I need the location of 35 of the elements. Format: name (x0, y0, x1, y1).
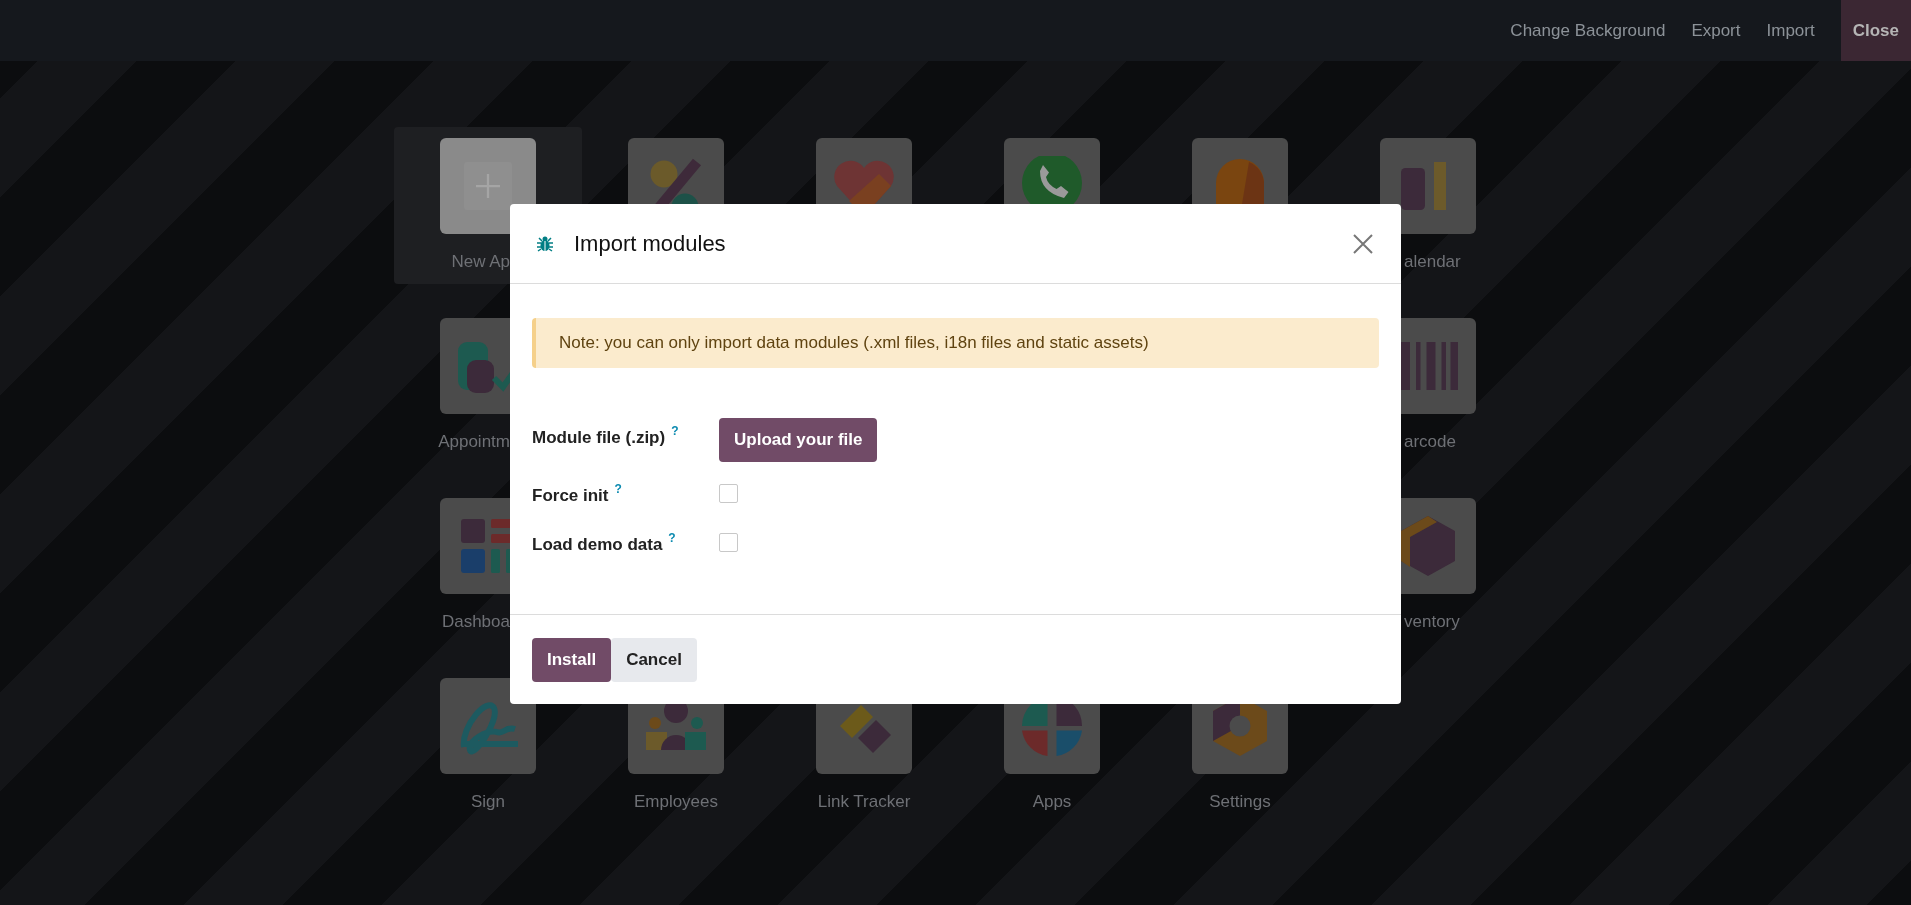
app-icon-tile[interactable] (1380, 138, 1476, 234)
app-label[interactable]: Appointm (438, 432, 510, 451)
app-label[interactable]: Settings (1209, 792, 1271, 811)
dialog-title: Import modules (574, 230, 726, 258)
cube-icon (1398, 516, 1458, 576)
checkbox[interactable] (719, 533, 738, 552)
top-bar-link[interactable]: Change Background (1510, 0, 1666, 61)
cancel-button[interactable]: Cancel (611, 637, 697, 682)
close-button[interactable]: Close (1840, 0, 1911, 61)
close-button[interactable] (1351, 231, 1375, 256)
app-label[interactable]: Link Tracker (817, 792, 911, 811)
field-label: Load demo data (532, 534, 663, 556)
app-label[interactable]: Employees (633, 792, 719, 811)
top-bar-link[interactable]: Export (1691, 0, 1741, 61)
app-label[interactable]: Apps (1032, 792, 1072, 811)
app-label[interactable]: alendar (1404, 252, 1461, 271)
field-label: Module file (.zip) (532, 427, 666, 449)
checkbox[interactable] (719, 484, 738, 503)
bug-icon (536, 234, 554, 253)
upload-button[interactable]: Upload your file (719, 418, 878, 462)
help-tooltip[interactable]: ? (671, 422, 679, 440)
alert-note: Note: you can only import data modules (.xml files, i18n files and static assets) (532, 318, 1379, 368)
help-tooltip[interactable]: ? (668, 529, 676, 547)
app-label[interactable]: arcode (1404, 432, 1456, 451)
field-label: Force init (532, 485, 609, 507)
app-icon-tile[interactable] (440, 138, 536, 234)
help-tooltip[interactable]: ? (614, 480, 622, 498)
close-icon (1353, 233, 1373, 254)
install-button[interactable]: Install (532, 637, 612, 682)
app-label[interactable]: New Ap (451, 252, 510, 271)
app-label[interactable]: ventory (1404, 612, 1460, 631)
app-label[interactable]: Sign (471, 792, 505, 811)
app-label[interactable]: Dashboa (441, 612, 510, 631)
app-icon-tile[interactable] (440, 678, 536, 774)
top-bar-link[interactable]: Import (1766, 0, 1815, 61)
